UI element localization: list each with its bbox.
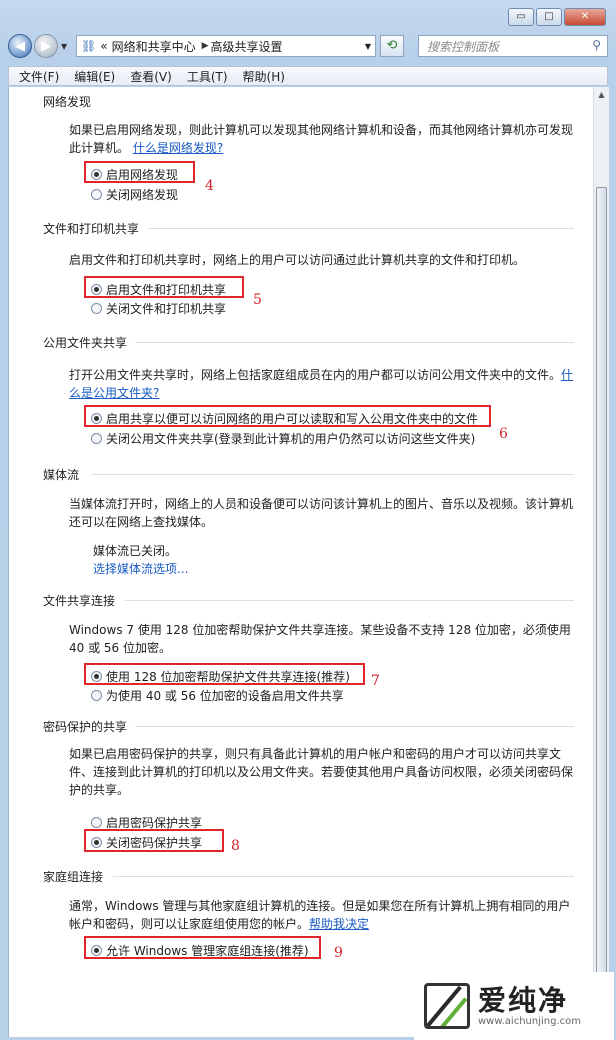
homegroup-description: 通常，Windows 管理与其他家庭组计算机的连接。但是如果您在所有计算机上拥有… — [69, 899, 571, 931]
section-title-password-protected-sharing: 密码保护的共享 — [43, 720, 128, 734]
public-folder-description: 打开公用文件夹共享时，网络上包括家庭组成员在内的用户都可以访问公用文件夹中的文件… — [69, 368, 574, 400]
radio-disable-file-printer-sharing[interactable]: 关闭文件和打印机共享 — [91, 300, 226, 317]
breadcrumb-prefix[interactable]: « — [100, 39, 107, 53]
watermark-logo-icon — [424, 983, 470, 1029]
forward-button[interactable]: ▶ — [34, 34, 58, 58]
breadcrumb-network-center[interactable]: 网络和共享中心 — [112, 38, 196, 55]
radio-allow-windows-manage-homegroup[interactable]: 允许 Windows 管理家庭组连接(推荐) — [91, 942, 309, 959]
section-title-file-printer-sharing: 文件和打印机共享 — [43, 222, 140, 236]
minimize-button[interactable]: ▭ — [508, 8, 534, 26]
recent-pages-dropdown[interactable]: ▼ — [61, 42, 67, 51]
search-input[interactable]: 搜索控制面板 ⚲ — [418, 35, 608, 57]
radio-selected-icon[interactable] — [91, 169, 102, 180]
menu-edit[interactable]: 编辑(E) — [74, 68, 115, 85]
breadcrumb-advanced-sharing[interactable]: 高级共享设置 — [211, 38, 283, 55]
radio-unselected-icon[interactable] — [91, 817, 102, 828]
watermark-brand: 爱纯净 — [478, 983, 569, 1017]
radio-disable-public-folder-sharing[interactable]: 关闭公用文件夹共享(登录到此计算机的用户仍然可以访问这些文件夹) — [91, 430, 475, 447]
settings-panel: 网络发现 如果已启用网络发现，则此计算机可以发现其他网络计算机和设备，而其他网络… — [8, 87, 594, 1037]
radio-enable-public-folder-sharing[interactable]: 启用共享以便可以访问网络的用户可以读取和写入公用文件夹中的文件 — [91, 410, 478, 427]
vertical-scrollbar[interactable]: ▲ ▼ — [593, 87, 609, 1022]
file-sharing-description: Windows 7 使用 128 位加密帮助保护文件共享连接。某些设备不支持 1… — [69, 623, 571, 655]
public-folder-help-link-cont[interactable]: 么是公用文件夹? — [69, 386, 159, 400]
radio-unselected-icon[interactable] — [91, 433, 102, 444]
radio-enable-file-printer-sharing[interactable]: 启用文件和打印机共享 — [91, 281, 226, 298]
section-divider — [113, 876, 574, 877]
scroll-up-icon[interactable]: ▲ — [595, 88, 608, 102]
menu-file[interactable]: 文件(F) — [19, 68, 59, 85]
file-printer-description: 启用文件和打印机共享时，网络上的用户可以访问通过此计算机共享的文件和打印机。 — [69, 253, 526, 267]
section-title-homegroup-connections: 家庭组连接 — [43, 870, 104, 884]
homegroup-help-link[interactable]: 帮助我决定 — [309, 917, 369, 931]
section-title-public-folder-sharing: 公用文件夹共享 — [43, 336, 128, 350]
radio-40-56bit-encryption[interactable]: 为使用 40 或 56 位加密的设备启用文件共享 — [91, 687, 344, 704]
radio-128bit-encryption[interactable]: 使用 128 位加密帮助保护文件共享连接(推荐) — [91, 668, 350, 685]
watermark: 爱纯净 www.aichunjing.com — [414, 972, 614, 1040]
media-streaming-description: 当媒体流打开时，网络上的人员和设备便可以访问该计算机上的图片、音乐以及视频。该计… — [69, 497, 574, 529]
close-button[interactable]: ✕ — [564, 8, 606, 26]
section-title-network-discovery: 网络发现 — [43, 95, 92, 109]
menu-tools[interactable]: 工具(T) — [187, 68, 228, 85]
section-divider — [91, 474, 574, 475]
annotation-number: 9 — [334, 945, 343, 961]
network-icon: ⛓ — [81, 39, 97, 53]
network-discovery-description: 如果已启用网络发现，则此计算机可以发现其他网络计算机和设备，而其他网络计算机亦可… — [69, 123, 574, 155]
section-divider — [149, 228, 574, 229]
radio-enable-network-discovery[interactable]: 启用网络发现 — [91, 166, 178, 183]
annotation-number: 6 — [499, 426, 508, 442]
navigation-bar: ◀ ▶ ▼ ⛓ « 网络和共享中心 ▶ 高级共享设置 ▼ ⟲ 搜索控制面板 ⚲ — [8, 33, 608, 59]
media-streaming-status: 媒体流已关闭。 — [93, 544, 178, 558]
address-dropdown-icon[interactable]: ▼ — [365, 42, 371, 51]
password-sharing-description: 如果已启用密码保护的共享，则只有具备此计算机的用户帐户和密码的用户才可以访问共享… — [69, 747, 574, 797]
annotation-number: 4 — [205, 178, 214, 194]
annotation-number: 8 — [231, 838, 240, 854]
menu-help[interactable]: 帮助(H) — [243, 68, 285, 85]
section-divider — [135, 342, 574, 343]
radio-selected-icon[interactable] — [91, 413, 102, 424]
radio-selected-icon[interactable] — [91, 945, 102, 956]
maximize-button[interactable]: □ — [536, 8, 562, 26]
scrollbar-thumb[interactable] — [596, 187, 607, 987]
radio-selected-icon[interactable] — [91, 284, 102, 295]
section-divider — [135, 726, 574, 727]
network-discovery-help-link[interactable]: 什么是网络发现? — [133, 141, 223, 155]
section-title-file-sharing-connections: 文件共享连接 — [43, 594, 116, 608]
radio-unselected-icon[interactable] — [91, 189, 102, 200]
radio-unselected-icon[interactable] — [91, 303, 102, 314]
menu-bar: 文件(F) 编辑(E) 查看(V) 工具(T) 帮助(H) — [8, 66, 608, 86]
radio-unselected-icon[interactable] — [91, 690, 102, 701]
radio-selected-icon[interactable] — [91, 671, 102, 682]
section-divider — [125, 600, 574, 601]
address-bar[interactable]: ⛓ « 网络和共享中心 ▶ 高级共享设置 ▼ — [76, 35, 376, 57]
section-title-media-streaming: 媒体流 — [43, 468, 80, 482]
search-icon[interactable]: ⚲ — [592, 38, 601, 52]
radio-selected-icon[interactable] — [91, 837, 102, 848]
radio-disable-network-discovery[interactable]: 关闭网络发现 — [91, 186, 178, 203]
window-controls: ▭ □ ✕ — [508, 8, 606, 26]
public-folder-help-link[interactable]: 什 — [561, 368, 573, 382]
annotation-number: 5 — [253, 292, 262, 308]
back-button[interactable]: ◀ — [8, 34, 32, 58]
breadcrumb-separator-icon[interactable]: ▶ — [202, 41, 209, 51]
search-placeholder: 搜索控制面板 — [427, 39, 500, 54]
watermark-url: www.aichunjing.com — [478, 1015, 581, 1027]
annotation-number: 7 — [371, 673, 380, 689]
radio-disable-password-sharing[interactable]: 关闭密码保护共享 — [91, 834, 202, 851]
refresh-button[interactable]: ⟲ — [380, 35, 404, 57]
menu-view[interactable]: 查看(V) — [130, 68, 172, 85]
media-streaming-options-link[interactable]: 选择媒体流选项... — [93, 560, 188, 577]
